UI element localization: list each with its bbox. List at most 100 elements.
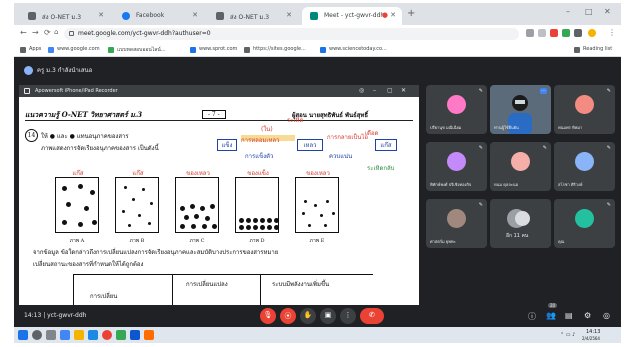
bookmark-sprot[interactable]: www.sprot.com [190, 46, 238, 53]
chrome-icon[interactable] [102, 330, 112, 340]
record-icon[interactable]: ◎ [359, 87, 364, 94]
new-tab-button[interactable]: + [407, 8, 415, 19]
close-icon[interactable]: ✕ [98, 11, 104, 19]
participant-tile[interactable]: ✎ สโรชา ศิริวงษ์ [554, 142, 615, 191]
more-options-button[interactable]: ⋮ [340, 308, 356, 324]
particle [332, 212, 335, 215]
lock-icon [69, 31, 74, 36]
tab-meet[interactable]: Meet - yct-gwvr-ddh ● ✕ [302, 7, 402, 25]
more-participants-label: อีก 11 คน [506, 233, 529, 239]
minimize-icon[interactable]: – [373, 87, 376, 94]
particle [194, 214, 199, 219]
leave-call-button[interactable]: ✆ [360, 308, 384, 324]
reload-icon[interactable]: ⟳ [44, 28, 51, 37]
menu-icon[interactable]: ⋮ [608, 28, 616, 37]
annotation-gas: แก๊ส [132, 170, 144, 177]
store-icon[interactable] [88, 330, 98, 340]
maximize-icon[interactable]: ▢ [387, 87, 393, 94]
bookmark-label: www.sprot.com [199, 46, 238, 52]
raise-hand-button[interactable]: ✋ [300, 308, 316, 324]
particle [302, 212, 305, 215]
home-icon[interactable]: ⌂ [54, 28, 58, 36]
app-icon[interactable] [116, 330, 126, 340]
phase-diagram-annotation: ระเหิด (ใน) แข็ง เหลว แก๊ส การหลอมเหลว ก… [217, 117, 402, 173]
recorder-icon [24, 88, 30, 94]
chat-icon[interactable]: ▤ [565, 311, 573, 320]
close-icon[interactable]: ✕ [286, 11, 292, 19]
folder-icon[interactable] [74, 330, 84, 340]
meet-area: ครู ม.3 กำลังนำเสนอ Apowersoft iPhone/iP… [14, 57, 621, 319]
particle [274, 218, 279, 223]
question-number: 14 [25, 129, 38, 142]
bookmark-sciencetoday[interactable]: www.sciencetoday.co... [320, 46, 387, 53]
close-window-button[interactable]: ✕ [604, 7, 611, 16]
participant-tile[interactable]: ✎ หนม ดุลละนอ [490, 142, 551, 191]
app-icon[interactable] [144, 330, 154, 340]
participant-tile[interactable]: ✎ พนมพร ทิพมา [554, 85, 615, 134]
annotation-liquid: ของเหลว [186, 170, 210, 177]
profile-avatar-icon[interactable] [588, 29, 596, 37]
maximize-button[interactable]: □ [585, 7, 593, 16]
particle-box-c: ของเหลว [175, 170, 219, 233]
bookmark-google[interactable]: www.google.com [48, 46, 100, 53]
share-icon[interactable] [538, 29, 546, 37]
tray-icons: ⌃ ▭ ♪ [560, 332, 576, 338]
edge-icon[interactable] [60, 330, 70, 340]
tab-onet-2[interactable]: ส่ง O-NET ม.3 ✕ [208, 7, 298, 25]
particle [308, 224, 311, 227]
back-icon[interactable]: ← [20, 28, 27, 37]
particle [246, 218, 251, 223]
particle [267, 218, 272, 223]
participant-name: สโรชา ศิริวงษ์ [558, 182, 583, 187]
minimize-button[interactable]: – [566, 7, 570, 16]
extension-icon[interactable] [562, 29, 570, 37]
particle [180, 206, 185, 211]
particle [202, 224, 207, 229]
tab-onet-1[interactable]: ส่ง O-NET ม.3 ✕ [20, 7, 110, 25]
participant-tile-camera[interactable]: ⋯ ท่านผู้ใช้ยืนยัน [490, 85, 551, 134]
reading-list-label: Reading list [583, 46, 613, 52]
meeting-info: 14:13 | yct-gwvr-ddh [24, 312, 87, 319]
camera-icon[interactable] [526, 29, 534, 37]
reading-list[interactable]: Reading list [574, 46, 613, 53]
clock-date: 2/4/2564 [582, 336, 600, 341]
task-view-icon[interactable] [46, 330, 56, 340]
forward-icon[interactable]: → [32, 28, 39, 37]
address-bar[interactable]: meet.google.com/yct-gwvr-ddh?authuser=0 [64, 28, 519, 40]
mic-button[interactable]: 🎙 [260, 308, 276, 324]
page-icon [28, 12, 36, 20]
particle [122, 210, 125, 213]
participant-name: หนม ดุลละนอ [494, 182, 519, 187]
puzzle-icon[interactable] [574, 29, 582, 37]
shared-document: แนวความรู้ O-NET วิทยาศาสตร์ ม.3 - 7 - ผ… [19, 97, 419, 311]
participant-tile[interactable]: ✎ ศาสตร์ม ยุพทะ [426, 199, 487, 248]
particle [324, 224, 327, 227]
close-icon[interactable]: ✕ [401, 87, 406, 94]
info-icon[interactable]: ⓘ [528, 311, 536, 322]
url-text: meet.google.com/yct-gwvr-ddh?authuser=0 [78, 30, 211, 37]
participant-tile[interactable]: ✎ พิทักษ์พงศ์ ปริเชิงทองกิจ [426, 142, 487, 191]
close-icon[interactable]: ✕ [192, 11, 198, 19]
bookmark-label: Apps [29, 46, 42, 52]
bookmark-test[interactable]: แบบทดสอบออนไลน์... [108, 46, 166, 54]
self-tile[interactable]: ✎ คุณ [554, 199, 615, 248]
bookmark-sites[interactable]: https://sites.google... [244, 46, 306, 53]
tab-facebook[interactable]: Facebook ✕ [114, 7, 204, 25]
image-label-c: ภาพ C [189, 238, 205, 244]
activities-icon[interactable]: ⚙ [584, 311, 591, 320]
host-controls-icon[interactable]: ◎ [603, 311, 610, 320]
close-icon[interactable]: ✕ [390, 11, 396, 19]
avatar [575, 209, 594, 228]
particle [314, 204, 317, 207]
present-button[interactable]: ▣ [320, 308, 336, 324]
word-icon[interactable] [130, 330, 140, 340]
participant-tile[interactable]: ✎ ปรียานุช มณีเนียม [426, 85, 487, 134]
more-participants-tile[interactable]: อีก 11 คน [490, 199, 551, 248]
particle [210, 204, 215, 209]
camera-button[interactable]: ⦿ [280, 308, 296, 324]
people-icon[interactable]: 👥 [546, 311, 556, 320]
bookmark-apps[interactable]: Apps [20, 46, 42, 53]
start-icon[interactable] [18, 330, 28, 340]
extension-icon[interactable] [550, 29, 558, 37]
search-icon[interactable] [32, 330, 42, 340]
